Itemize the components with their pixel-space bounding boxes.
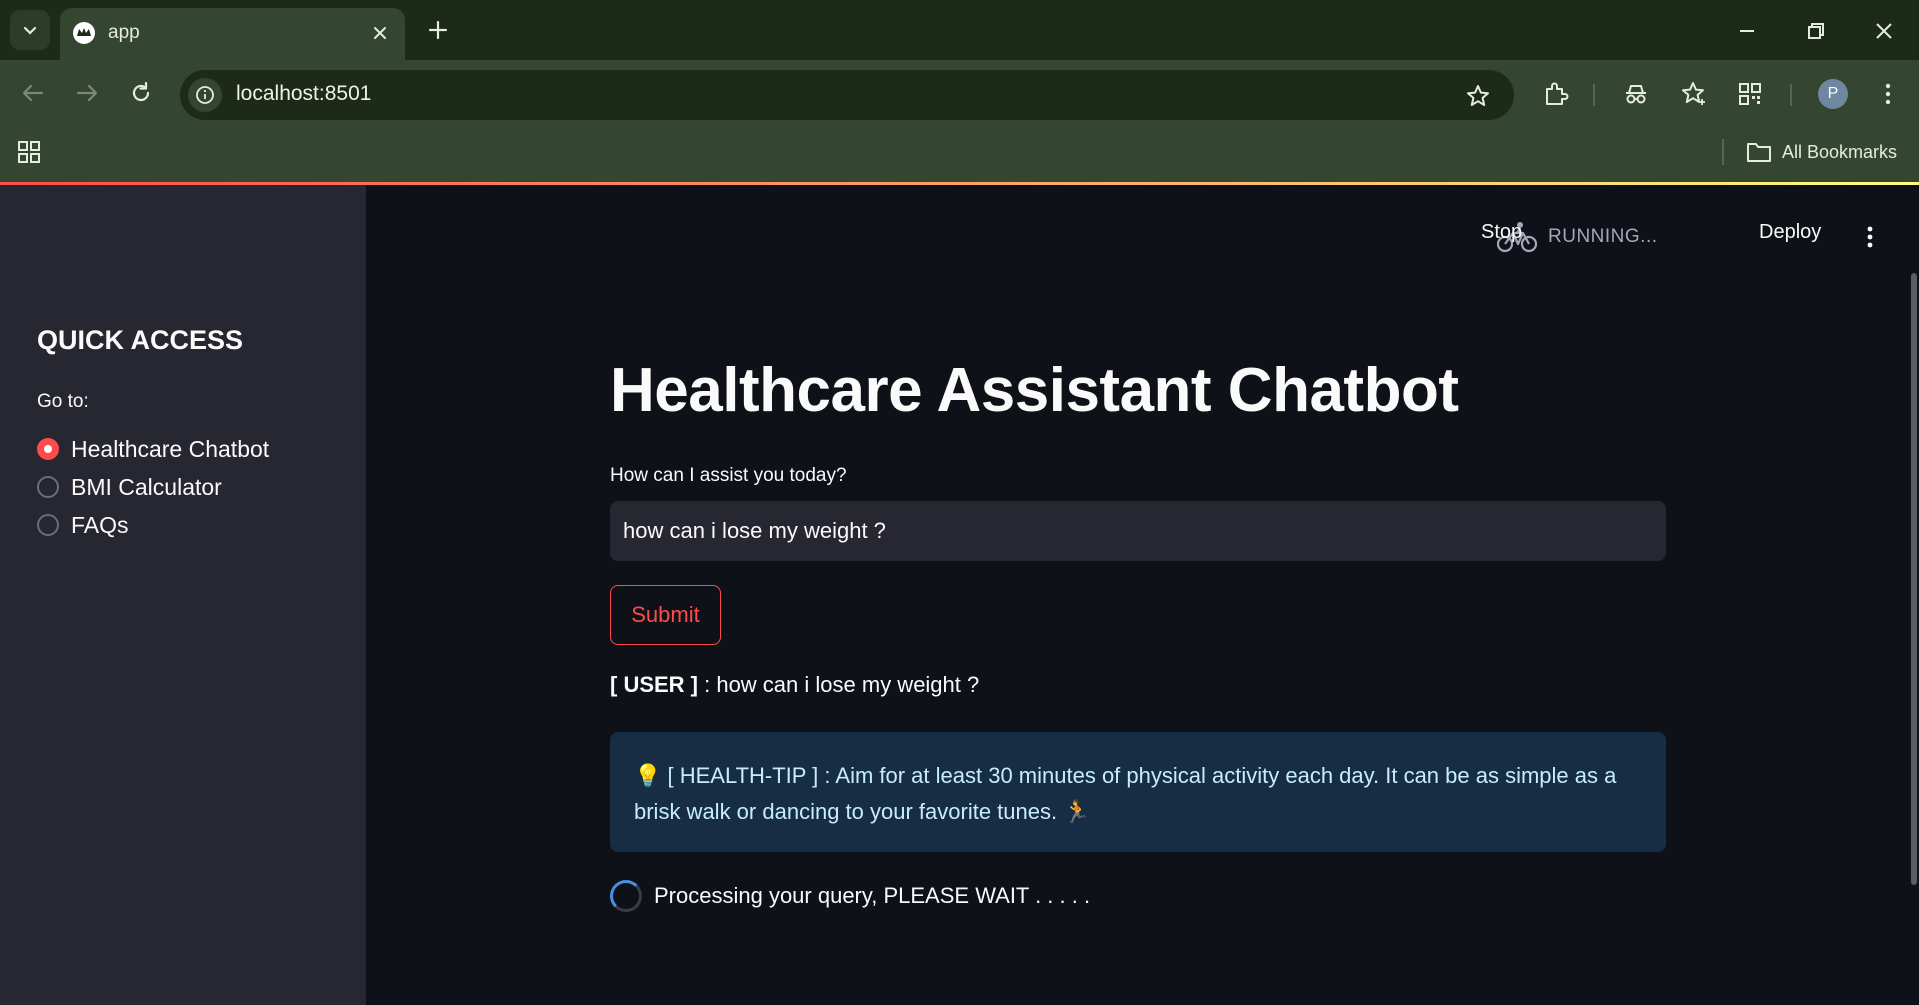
running-status-text: RUNNING...: [1548, 226, 1658, 247]
user-prefix: [ USER ]: [610, 672, 698, 697]
sidebar-title: QUICK ACCESS: [37, 325, 244, 355]
new-tab-plus-icon[interactable]: [424, 16, 452, 44]
deploy-button[interactable]: Deploy: [1759, 221, 1821, 244]
submit-button[interactable]: Submit: [610, 585, 721, 645]
loading-spinner-icon: [610, 880, 642, 912]
toolbar-separator: [1593, 84, 1595, 106]
user-message-text: : how can i lose my weight ?: [698, 672, 980, 697]
stop-button[interactable]: Stop: [1481, 221, 1522, 244]
site-info-button[interactable]: [188, 78, 222, 112]
reload-icon[interactable]: [124, 76, 158, 110]
bookmarks-separator: [1722, 139, 1724, 165]
query-input-label: How can I assist you today?: [610, 465, 847, 486]
radio-label: FAQs: [71, 511, 129, 538]
info-icon: [196, 86, 214, 104]
reading-list-star-icon[interactable]: [1677, 78, 1709, 110]
radio-indicator[interactable]: [37, 514, 59, 536]
sidebar: QUICK ACCESS Go to: Healthcare Chatbot B…: [0, 185, 366, 1005]
close-icon[interactable]: [367, 20, 393, 46]
bookmarks-bar: All Bookmarks: [0, 125, 1919, 182]
qr-code-icon[interactable]: [1734, 78, 1766, 110]
folder-icon: [1747, 143, 1771, 162]
restore-icon[interactable]: [1799, 14, 1833, 48]
radio-option-healthcare-chatbot[interactable]: Healthcare Chatbot: [37, 434, 269, 464]
page-title: Healthcare Assistant Chatbot: [610, 356, 1459, 425]
incognito-icon[interactable]: [1620, 78, 1652, 110]
toolbar-separator: [1790, 84, 1792, 106]
user-message-line: [ USER ] : how can i lose my weight ?: [610, 672, 979, 698]
query-input[interactable]: [610, 501, 1666, 561]
goto-label: Go to:: [37, 391, 89, 412]
all-bookmarks-button[interactable]: All Bookmarks: [1746, 137, 1897, 167]
minimize-icon[interactable]: [1730, 14, 1764, 48]
radio-option-bmi-calculator[interactable]: BMI Calculator: [37, 472, 222, 502]
address-bar[interactable]: localhost:8501: [180, 70, 1514, 120]
all-bookmarks-label: All Bookmarks: [1782, 141, 1898, 162]
browser-tab-active[interactable]: app: [60, 8, 405, 60]
tab-title: app: [108, 22, 140, 43]
main-menu-kebab-icon[interactable]: [1854, 221, 1886, 253]
radio-label: BMI Calculator: [71, 473, 222, 500]
radio-selected-indicator[interactable]: [37, 438, 59, 460]
browser-toolbar: localhost:8501 P: [0, 60, 1919, 125]
health-tip-box: 💡 [ HEALTH-TIP ] : Aim for at least 30 m…: [610, 732, 1666, 852]
health-tip-text: 💡 [ HEALTH-TIP ] : Aim for at least 30 m…: [634, 763, 1617, 824]
main-content: RUNNING... Stop Deploy Healthcare Assist…: [366, 185, 1919, 1005]
tab-search-button[interactable]: [10, 10, 50, 50]
browser-menu-icon[interactable]: [1872, 78, 1904, 110]
radio-indicator[interactable]: [37, 476, 59, 498]
window-close-icon[interactable]: [1867, 14, 1901, 48]
browser-tabstrip: app: [0, 0, 1919, 60]
radio-label: Healthcare Chatbot: [71, 435, 270, 462]
processing-text: Processing your query, PLEASE WAIT . . .…: [654, 883, 1091, 908]
back-arrow-icon[interactable]: [16, 76, 50, 110]
apps-grid-icon[interactable]: [16, 139, 44, 167]
bookmark-star-icon[interactable]: [1464, 82, 1492, 110]
url-text[interactable]: localhost:8501: [236, 82, 371, 106]
vertical-scrollbar[interactable]: [1911, 273, 1917, 885]
radio-option-faqs[interactable]: FAQs: [37, 510, 129, 540]
forward-arrow-icon[interactable]: [70, 76, 104, 110]
chevron-down-icon: [23, 26, 37, 35]
extensions-puzzle-icon[interactable]: [1540, 78, 1572, 110]
profile-avatar[interactable]: P: [1818, 79, 1848, 109]
processing-status: Processing your query, PLEASE WAIT . . .…: [610, 878, 1090, 914]
streamlit-crown-icon: [73, 22, 95, 44]
